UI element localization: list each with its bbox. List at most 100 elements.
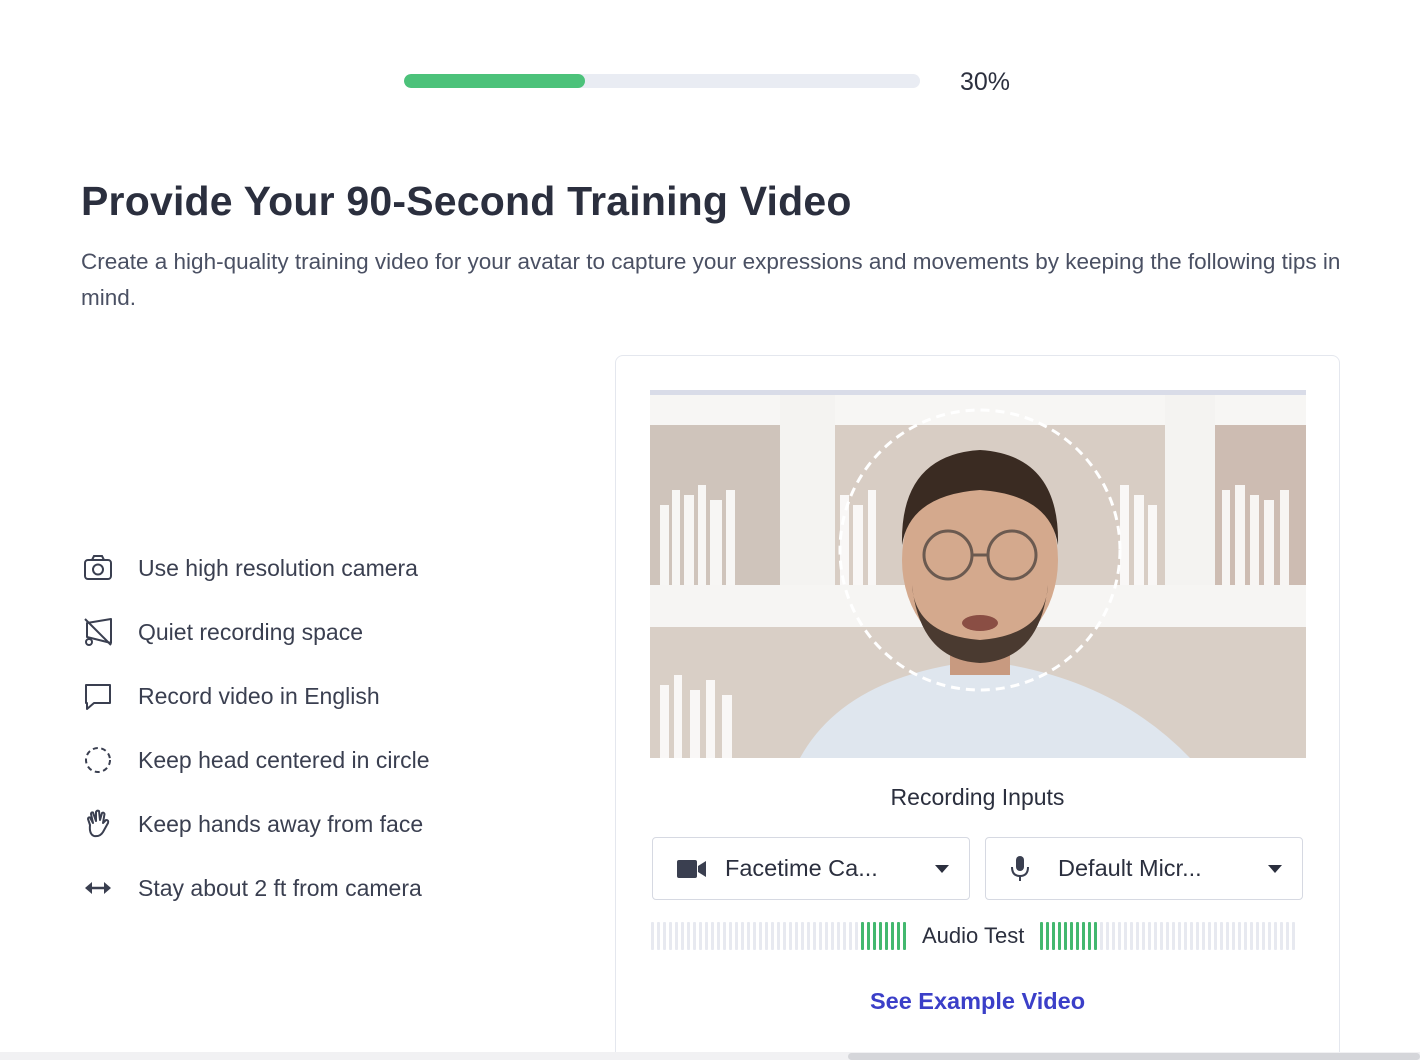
- progress-fill: [404, 74, 585, 88]
- audio-meter-bar: [903, 922, 906, 950]
- tip-label: Record video in English: [138, 682, 380, 709]
- audio-meter-bar: [1130, 922, 1134, 950]
- preview-image: [650, 395, 1306, 758]
- tip-label: Stay about 2 ft from camera: [138, 874, 422, 901]
- audio-meter-bar: [867, 922, 870, 950]
- progress-percent: 30%: [960, 68, 1011, 96]
- audio-meter-bar: [1280, 922, 1284, 950]
- audio-meter-bar: [1166, 922, 1170, 950]
- audio-meter-bar: [1232, 922, 1236, 950]
- tip-item: Record video in English: [80, 664, 540, 728]
- audio-meter-bar: [717, 922, 720, 950]
- audio-meter-bar: [873, 922, 876, 950]
- progress-bar: [404, 74, 920, 88]
- audio-meter-bar: [1070, 922, 1074, 950]
- camera-preview: [650, 390, 1306, 758]
- audio-meter-bar: [1052, 922, 1056, 950]
- tip-item: Stay about 2 ft from camera: [80, 856, 540, 920]
- audio-meter-bar: [747, 922, 750, 950]
- camera-select-value: Facetime Ca...: [725, 855, 878, 881]
- audio-meter-bar: [657, 922, 660, 950]
- see-example-video-link[interactable]: See Example Video: [616, 988, 1339, 1015]
- audio-meter-bar: [1100, 922, 1104, 950]
- audio-meter-bar: [741, 922, 744, 950]
- audio-meter-bar: [855, 922, 858, 950]
- audio-meter-bar: [687, 922, 690, 950]
- recording-card: Recording Inputs Facetime Ca... Default …: [615, 355, 1340, 1060]
- audio-meter-left: [651, 922, 906, 950]
- audio-meter-bar: [891, 922, 894, 950]
- audio-meter-bar: [1286, 922, 1290, 950]
- audio-meter-bar: [651, 922, 654, 950]
- audio-meter-bar: [765, 922, 768, 950]
- camera-select[interactable]: Facetime Ca...: [652, 837, 970, 900]
- audio-meter-bar: [1112, 922, 1116, 950]
- microphone-icon: [1010, 855, 1040, 883]
- audio-meter-bar: [669, 922, 672, 950]
- audio-meter-bar: [1148, 922, 1152, 950]
- audio-meter-bar: [681, 922, 684, 950]
- audio-meter-bar: [1124, 922, 1128, 950]
- audio-meter-bar: [1154, 922, 1158, 950]
- tip-label: Keep head centered in circle: [138, 746, 430, 773]
- microphone-select[interactable]: Default Micr...: [985, 837, 1303, 900]
- audio-meter-bar: [723, 922, 726, 950]
- page: 30% Provide Your 90-Second Training Vide…: [0, 0, 1420, 1060]
- horizontal-arrows-icon: [80, 870, 116, 906]
- audio-meter-bar: [1088, 922, 1092, 950]
- audio-meter-bar: [825, 922, 828, 950]
- audio-meter-bar: [837, 922, 840, 950]
- audio-meter-bar: [783, 922, 786, 950]
- audio-meter-bar: [1058, 922, 1062, 950]
- audio-meter-bar: [831, 922, 834, 950]
- audio-meter-bar: [861, 922, 864, 950]
- audio-meter-bar: [1220, 922, 1224, 950]
- audio-meter-bar: [771, 922, 774, 950]
- audio-meter-bar: [1106, 922, 1110, 950]
- audio-meter-bar: [1118, 922, 1122, 950]
- tip-label: Keep hands away from face: [138, 810, 424, 837]
- audio-meter-bar: [1184, 922, 1188, 950]
- audio-meter-bar: [897, 922, 900, 950]
- audio-meter-bar: [1214, 922, 1218, 950]
- audio-meter-bar: [1244, 922, 1248, 950]
- tip-label: Use high resolution camera: [138, 554, 418, 581]
- audio-meter-bar: [1178, 922, 1182, 950]
- dashed-circle-icon: [80, 742, 116, 778]
- audio-meter-bar: [705, 922, 708, 950]
- audio-meter-bar: [759, 922, 762, 950]
- audio-meter-bar: [1160, 922, 1164, 950]
- audio-meter-bar: [1250, 922, 1254, 950]
- scrollbar-thumb[interactable]: [848, 1053, 1420, 1060]
- audio-meter-bar: [789, 922, 792, 950]
- audio-meter-bar: [801, 922, 804, 950]
- muted-speaker-icon: [80, 614, 116, 650]
- audio-meter-bar: [795, 922, 798, 950]
- audio-meter-bar: [1226, 922, 1230, 950]
- audio-meter-bar: [735, 922, 738, 950]
- chevron-down-icon: [935, 864, 949, 873]
- audio-meter-bar: [1172, 922, 1176, 950]
- audio-meter-bar: [1202, 922, 1206, 950]
- speech-bubble-icon: [80, 678, 116, 714]
- camera-icon: [80, 550, 116, 586]
- audio-meter-bar: [849, 922, 852, 950]
- audio-meter-bar: [1292, 922, 1296, 950]
- audio-meter-right: [1040, 922, 1296, 950]
- audio-meter-bar: [777, 922, 780, 950]
- recording-inputs-title: Recording Inputs: [890, 784, 1065, 810]
- microphone-select-value: Default Micr...: [1058, 855, 1202, 881]
- audio-meter-bar: [729, 922, 732, 950]
- audio-meter-bar: [1082, 922, 1086, 950]
- audio-meter-bar: [843, 922, 846, 950]
- hand-icon: [80, 806, 116, 842]
- tip-item: Keep head centered in circle: [80, 728, 540, 792]
- tip-item: Keep hands away from face: [80, 792, 540, 856]
- page-subtitle: Create a high-quality training video for…: [81, 249, 1341, 310]
- page-title: Provide Your 90-Second Training Video: [81, 178, 852, 224]
- audio-meter-bar: [1268, 922, 1272, 950]
- chevron-down-icon: [1268, 864, 1282, 873]
- audio-meter-bar: [813, 922, 816, 950]
- audio-meter-bar: [819, 922, 822, 950]
- audio-meter-bar: [663, 922, 666, 950]
